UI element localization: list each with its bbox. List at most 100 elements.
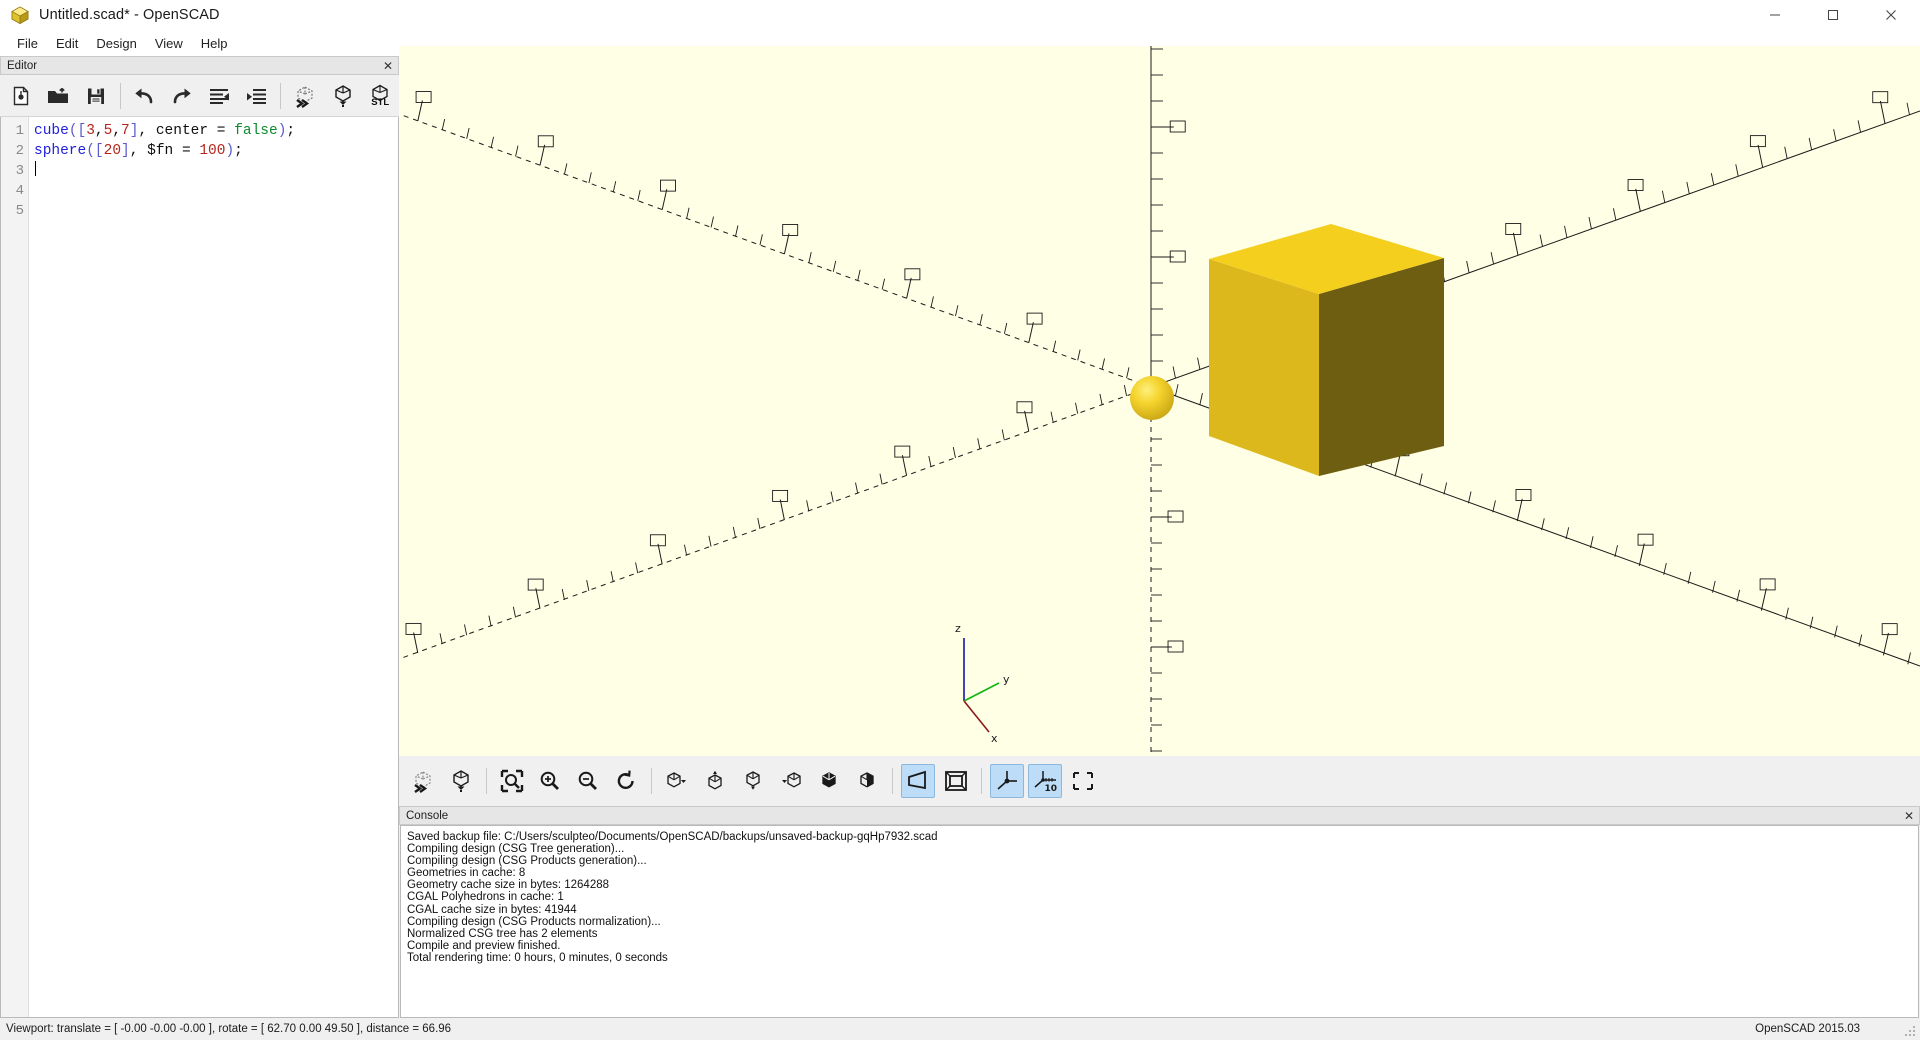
code-editor[interactable]: 12345 cube([3,5,7], center = false); sphe… — [0, 117, 399, 1018]
redo-button[interactable] — [165, 79, 199, 113]
menu-design[interactable]: Design — [87, 34, 145, 53]
axis-tick — [857, 269, 861, 281]
bottom-view-button[interactable] — [736, 764, 770, 798]
3d-viewport[interactable]: z y x — [399, 46, 1920, 756]
code-line[interactable]: cube([3,5,7], center = false); — [34, 121, 398, 141]
axis-scale-label-box — [772, 489, 789, 502]
axis-tick — [808, 251, 812, 263]
code-line[interactable]: sphere([20], $fn = 100); — [34, 141, 398, 161]
code-token: [ — [94, 143, 104, 159]
render-button[interactable] — [444, 764, 478, 798]
show-edges-button[interactable] — [1066, 764, 1100, 798]
axis-tick — [1588, 216, 1592, 229]
axis-tick — [977, 438, 981, 450]
axis-tick — [1099, 393, 1103, 405]
view-toolbar: 10 — [399, 756, 1920, 806]
axis-tick — [806, 500, 810, 512]
show-axes-button[interactable] — [990, 764, 1024, 798]
axis-scale-label-box — [1627, 179, 1644, 191]
axis-scale-label-box — [1271, 399, 1288, 412]
axis-tick — [708, 535, 712, 547]
indent-button[interactable] — [240, 79, 274, 113]
axis-tick — [1319, 313, 1323, 326]
code-line[interactable] — [34, 201, 398, 221]
axis-tick — [1663, 562, 1667, 575]
menu-help[interactable]: Help — [192, 34, 237, 53]
axis-tick — [710, 216, 714, 228]
axis-tick — [1101, 358, 1105, 370]
axis-tick — [1172, 366, 1176, 379]
maximize-button[interactable] — [1804, 0, 1862, 30]
preview-button[interactable] — [406, 764, 440, 798]
code-text-area[interactable]: cube([3,5,7], center = false); sphere([20… — [29, 117, 398, 1017]
code-token: = — [173, 143, 200, 159]
left-view-button[interactable] — [774, 764, 808, 798]
code-line[interactable] — [34, 161, 398, 181]
line-number: 1 — [15, 123, 24, 139]
axis-tick — [906, 277, 912, 299]
toolbar-separator — [280, 83, 282, 109]
reset-view-button[interactable] — [609, 764, 643, 798]
axis-tick — [1024, 410, 1030, 432]
axis-scale-label-box — [904, 268, 921, 281]
view-all-button[interactable] — [495, 764, 529, 798]
unindent-button[interactable] — [202, 79, 236, 113]
axis-tick — [1882, 632, 1889, 656]
z-axis-label: z — [955, 622, 961, 635]
axis-tick — [979, 314, 983, 326]
save-button[interactable] — [79, 79, 113, 113]
axis-scale-label-box — [1016, 401, 1033, 414]
code-token: ; — [286, 123, 296, 139]
new-document-button[interactable] — [4, 79, 38, 113]
axis-scale-label-box — [1382, 266, 1399, 279]
console-close-icon[interactable]: ✕ — [1904, 810, 1914, 822]
x-axis-negative-ticks — [415, 91, 1130, 379]
show-scale-markers-button[interactable]: 10 — [1028, 764, 1062, 798]
orthogonal-view-button[interactable] — [939, 764, 973, 798]
editor-toolbar: STL — [0, 76, 399, 117]
axis-tick — [1757, 144, 1764, 168]
perspective-view-button[interactable] — [901, 764, 935, 798]
axis-tick — [1906, 102, 1910, 115]
axis-tick — [661, 189, 668, 210]
resize-grip-icon[interactable] — [1903, 1024, 1917, 1038]
axis-scale-label-box — [1260, 310, 1277, 323]
console-output[interactable]: Saved backup file: C:/Users/sculpteo/Doc… — [400, 825, 1919, 1018]
open-folder-button[interactable] — [42, 79, 76, 113]
front-view-button[interactable] — [812, 764, 846, 798]
axis-tick — [1564, 225, 1568, 238]
code-token: ) — [225, 143, 235, 159]
editor-panel-header: Editor ✕ — [0, 56, 399, 75]
axis-tick — [1394, 453, 1401, 477]
editor-close-icon[interactable]: ✕ — [383, 60, 393, 72]
preview-button[interactable] — [288, 79, 322, 113]
axis-tick — [1197, 357, 1201, 370]
render-button[interactable] — [326, 79, 360, 113]
minimize-button[interactable] — [1746, 0, 1804, 30]
back-view-button[interactable] — [850, 764, 884, 798]
axis-tick — [1541, 518, 1545, 531]
right-view-button[interactable] — [660, 764, 694, 798]
close-button[interactable] — [1862, 0, 1920, 30]
axis-tick — [561, 588, 565, 600]
top-view-button[interactable] — [698, 764, 732, 798]
axis-scale-label-box — [1505, 223, 1522, 235]
menu-view[interactable]: View — [146, 34, 192, 53]
undo-button[interactable] — [127, 79, 161, 113]
axis-tick — [1539, 234, 1543, 247]
zoom-out-button[interactable] — [571, 764, 605, 798]
zoom-in-button[interactable] — [533, 764, 567, 798]
console-line: Compiling design (CSG Products generatio… — [407, 855, 647, 868]
axis-tick — [1077, 349, 1081, 361]
viewport-background — [399, 46, 1920, 756]
code-line[interactable] — [34, 181, 398, 201]
toolbar-separator — [651, 768, 652, 794]
axis-tick — [586, 580, 590, 592]
axis-tick — [1223, 401, 1228, 414]
export-stl-button[interactable]: STL — [363, 79, 397, 113]
axis-tick — [1710, 173, 1715, 185]
axis-tick — [1126, 367, 1130, 379]
menu-file[interactable]: File — [8, 34, 47, 53]
menu-edit[interactable]: Edit — [47, 34, 87, 53]
code-token: , — [94, 123, 104, 139]
